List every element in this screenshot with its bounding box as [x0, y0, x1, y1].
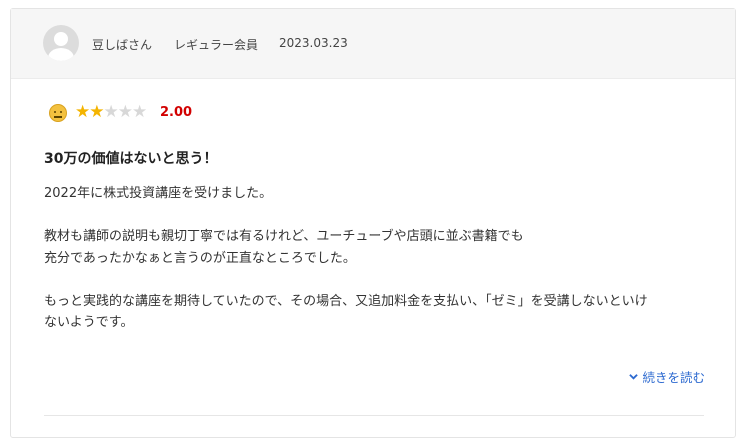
chevron-down-icon — [629, 374, 639, 380]
star-rating: ★★★★★ — [75, 102, 147, 122]
review-body-line: 充分であったかなぁと言うのが正直なところでした。 — [44, 250, 356, 266]
divider — [44, 415, 704, 416]
star-icon-filled: ★ — [89, 102, 104, 122]
review-body-line: ないようです。 — [44, 315, 134, 330]
review-header: 豆しばさん レギュラー会員 2023.03.23 — [11, 9, 735, 79]
star-icon-empty: ★ — [117, 102, 133, 122]
star-icon-empty: ★ — [132, 102, 147, 122]
review-body-line: 2022年に株式投資講座を受けました。 — [44, 186, 273, 201]
star-icon-filled: ★ — [75, 102, 90, 122]
review-body: 2022年に株式投資講座を受けました。 教材も講師の説明も親切丁寧では有るけれど… — [44, 183, 714, 334]
read-more-label: 続きを読む — [642, 370, 705, 385]
rating-score: 2.00 — [160, 105, 193, 120]
read-more-link[interactable]: 続きを読む — [629, 367, 705, 386]
review-card: 豆しばさん レギュラー会員 2023.03.23 ★★★★★ 2.00 30万の… — [10, 8, 736, 438]
user-avatar-icon — [43, 25, 79, 61]
review-title: 30万の価値はないと思う！ — [44, 151, 218, 167]
review-body-line: もっと実践的な講座を期待していたので、その場合、又追加料金を支払い、「ゼミ」を受… — [44, 293, 648, 309]
reviewer-rank: レギュラー会員 — [174, 38, 259, 52]
review-date: 2023.03.23 — [279, 36, 348, 50]
review-body-line: 教材も講師の説明も親切丁寧では有るけれど、ユーチューブや店頭に並ぶ書籍でも — [44, 229, 524, 244]
star-icon-empty: ★ — [103, 102, 119, 122]
neutral-face-icon — [49, 104, 67, 122]
reviewer-name: 豆しばさん — [92, 38, 153, 52]
